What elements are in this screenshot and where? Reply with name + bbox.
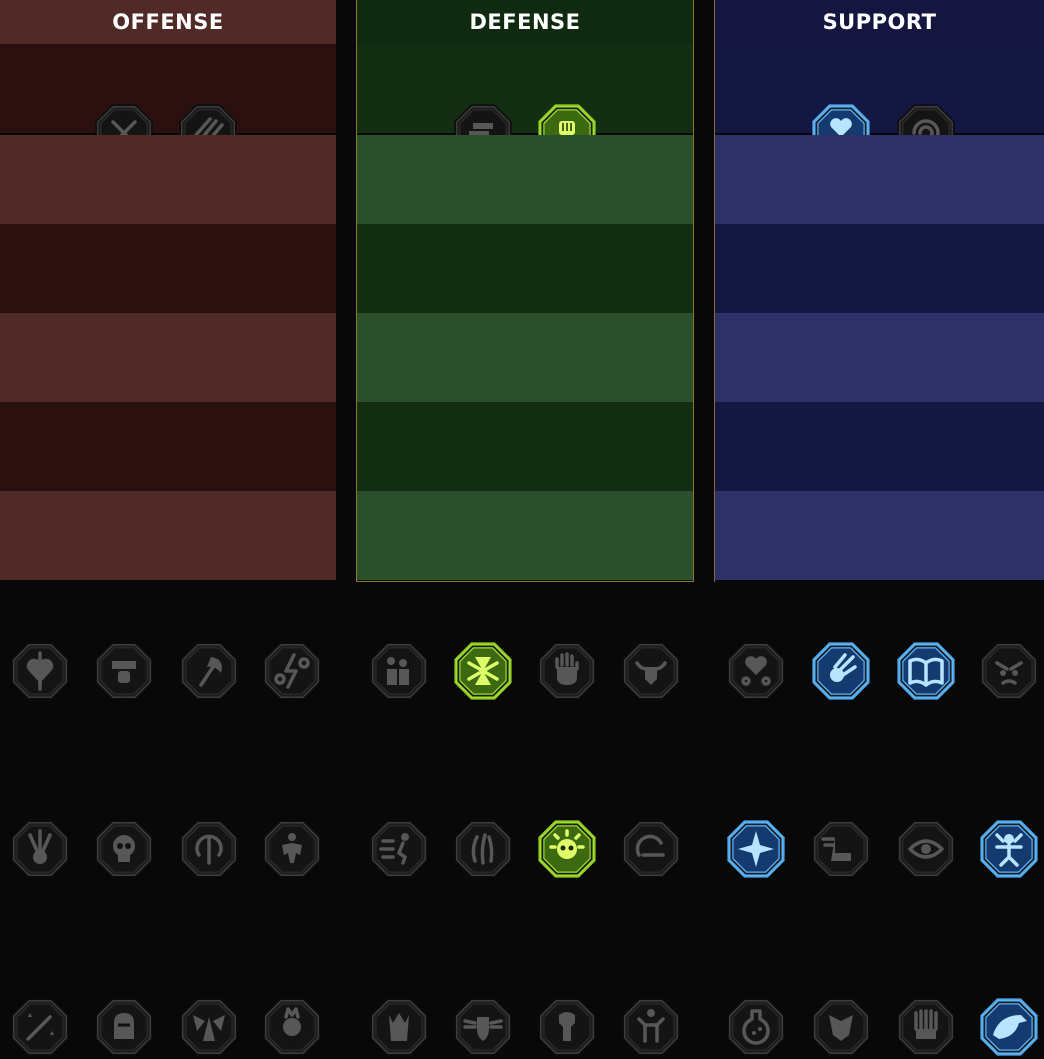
offense-talent-node[interactable]: [177, 817, 241, 881]
offense-column: OFFENSE: [0, 0, 336, 1056]
offense-header: OFFENSE: [0, 0, 336, 44]
support-talent-node[interactable]: [724, 995, 788, 1059]
defense-talent-node[interactable]: [535, 817, 599, 881]
arrows-target-icon-badge: [11, 820, 69, 878]
defense-talent-node[interactable]: [619, 995, 683, 1059]
meteor-icon-badge: [812, 642, 870, 700]
defense-talent-node[interactable]: [451, 817, 515, 881]
offense-tier-1: [0, 44, 336, 162]
open-hand-icon-badge: [538, 642, 596, 700]
support-talent-node[interactable]: [809, 639, 873, 703]
support-talent-node[interactable]: [809, 995, 873, 1059]
support-talent-node[interactable]: [977, 995, 1041, 1059]
defense-talent-node[interactable]: [535, 639, 599, 703]
winged-boot-icon-badge: [812, 820, 870, 878]
hourglass-icon-badge: [454, 642, 512, 700]
defense-talent-node[interactable]: [367, 995, 431, 1059]
defense-tier-3: [357, 224, 693, 522]
offense-talent-node[interactable]: [92, 639, 156, 703]
eagle-head-icon-badge: [980, 998, 1038, 1056]
offense-talent-node[interactable]: [92, 995, 156, 1059]
offense-tier-4: [0, 313, 336, 700]
defense-talent-node[interactable]: [451, 639, 515, 703]
defense-talent-node[interactable]: [535, 995, 599, 1059]
offense-talent-node[interactable]: [260, 995, 324, 1059]
support-talent-node[interactable]: [894, 995, 958, 1059]
defense-tier-2: [357, 135, 693, 344]
offense-talent-node[interactable]: [260, 817, 324, 881]
dash-runner-icon-badge: [370, 820, 428, 878]
offense-talent-node[interactable]: [8, 817, 72, 881]
defense-talent-node[interactable]: [367, 817, 431, 881]
support-talent-node[interactable]: [977, 639, 1041, 703]
offense-tier-5: [0, 402, 336, 878]
potion-bottle-icon-badge: [727, 998, 785, 1056]
support-tier-3: [715, 224, 1044, 522]
defense-tier-5: [357, 402, 693, 878]
compass-star-icon-badge: [727, 820, 785, 878]
defense-talent-node[interactable]: [619, 817, 683, 881]
crowd-icon-badge: [370, 642, 428, 700]
offense-tier-3: [0, 224, 336, 522]
dagger-circle-icon-badge: [180, 820, 238, 878]
knight-helm-icon: [114, 1013, 134, 1039]
hammer-fist-icon-badge: [95, 642, 153, 700]
offense-talent-node[interactable]: [260, 639, 324, 703]
skull-icon-badge: [95, 820, 153, 878]
support-tier-2: [715, 135, 1044, 344]
support-talent-node[interactable]: [894, 817, 958, 881]
bull-head-icon-badge: [622, 642, 680, 700]
defense-tier-4: [357, 313, 693, 700]
pierced-heart-icon-badge: [11, 642, 69, 700]
knight-helm-icon-badge: [95, 998, 153, 1056]
support-tier-4: [715, 313, 1044, 700]
winged-shield-icon-badge: [454, 998, 512, 1056]
eye-icon-badge: [897, 820, 955, 878]
support-talent-node[interactable]: [724, 639, 788, 703]
defense-tier-1: [357, 44, 693, 162]
battle-axe-icon-badge: [180, 642, 238, 700]
flexing-figure-icon-badge: [622, 998, 680, 1056]
defense-column: DEFENSE: [356, 0, 694, 1056]
spiked-warrior-icon-badge: [370, 998, 428, 1056]
angry-face-icon-badge: [980, 642, 1038, 700]
defense-tier-6: [357, 491, 693, 1056]
offense-talent-node[interactable]: [8, 639, 72, 703]
swirl-icon-badge: [622, 820, 680, 878]
claw-hand-icon-badge: [897, 998, 955, 1056]
open-book-icon-badge: [897, 642, 955, 700]
sword-sparkle-icon-badge: [11, 998, 69, 1056]
support-talent-node[interactable]: [809, 817, 873, 881]
offense-talent-node[interactable]: [8, 995, 72, 1059]
offense-tier-6: [0, 491, 336, 1056]
support-header: SUPPORT: [715, 0, 1044, 44]
support-tier-1: [715, 44, 1044, 162]
defense-header: DEFENSE: [357, 0, 693, 44]
claw-marks-icon-badge: [454, 820, 512, 878]
flaming-skull-icon-badge: [263, 998, 321, 1056]
skull-mask-icon-badge: [812, 998, 870, 1056]
support-column: SUPPORT: [714, 0, 1044, 1056]
chained-lightning-icon-badge: [263, 642, 321, 700]
brute-icon-badge: [263, 820, 321, 878]
defense-talent-node[interactable]: [619, 639, 683, 703]
support-tier-5: [715, 402, 1044, 878]
offense-tier-2: [0, 135, 336, 344]
voodoo-doll-icon-badge: [980, 820, 1038, 878]
hooded-figure-icon-badge: [538, 998, 596, 1056]
offense-talent-node[interactable]: [177, 995, 241, 1059]
support-talent-node[interactable]: [977, 817, 1041, 881]
support-talent-node[interactable]: [894, 639, 958, 703]
defense-talent-node[interactable]: [367, 639, 431, 703]
support-talent-node[interactable]: [724, 817, 788, 881]
flaming-skull-icon: [283, 1007, 301, 1036]
winged-demon-icon-badge: [180, 998, 238, 1056]
defense-talent-node[interactable]: [451, 995, 515, 1059]
sun-skull-icon-badge: [538, 820, 596, 878]
offense-talent-node[interactable]: [177, 639, 241, 703]
support-tier-6: [715, 491, 1044, 1056]
offense-talent-node[interactable]: [92, 817, 156, 881]
chained-heart-icon-badge: [727, 642, 785, 700]
